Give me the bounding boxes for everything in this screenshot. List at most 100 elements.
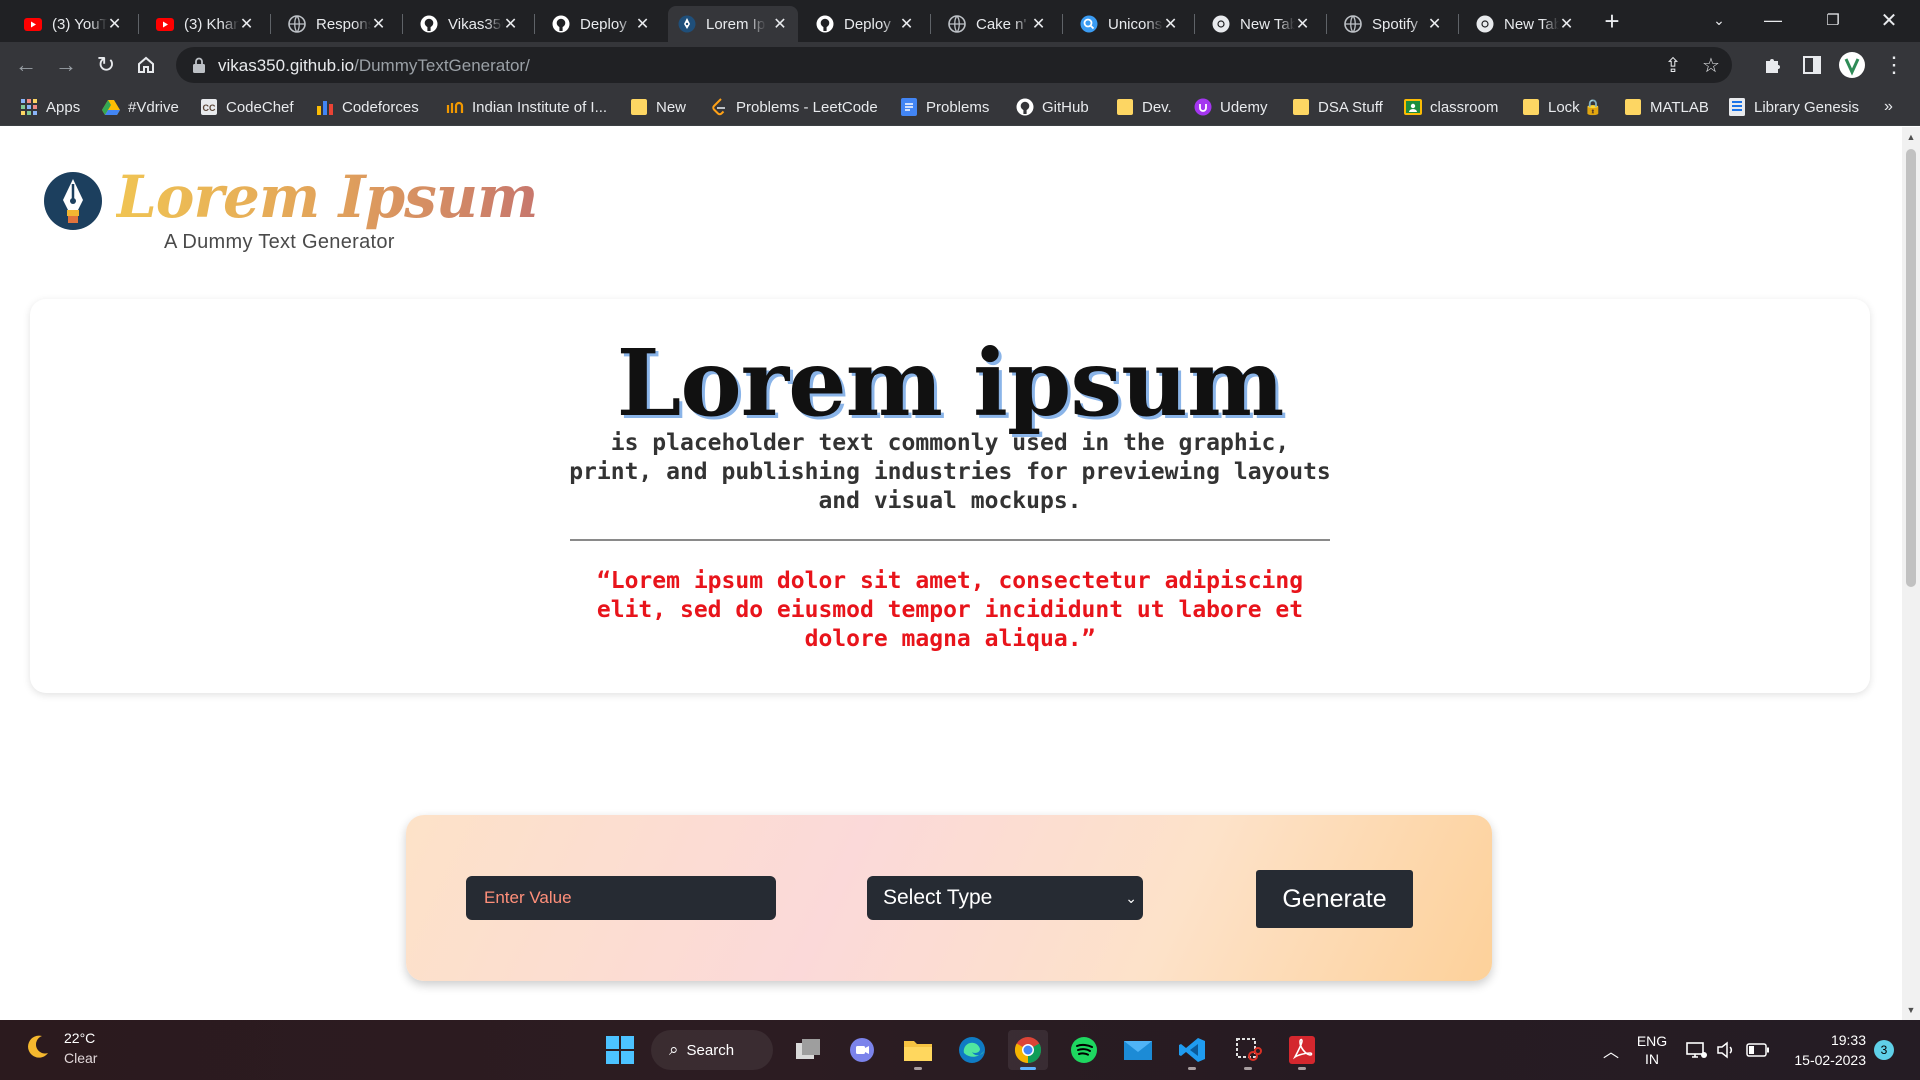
bookmark-folder-dsa[interactable]: DSA Stuff <box>1292 95 1383 119</box>
bookmark-codechef[interactable]: CC CodeChef <box>200 95 294 119</box>
scroll-down-arrow-icon[interactable]: ▼ <box>1902 1002 1920 1018</box>
windows-taskbar: 22°C Clear ⌕ Search ︿ ENG IN 19:33 15-02… <box>0 1020 1920 1080</box>
mail-icon[interactable] <box>1118 1030 1158 1070</box>
tab-github-vikas[interactable]: Vikas350 ✕ <box>410 6 528 42</box>
language-indicator[interactable]: ENG IN <box>1632 1020 1672 1080</box>
tab-deploy-2[interactable]: Deploy ✕ <box>806 6 924 42</box>
page-viewport: Lorem Ipsum A Dummy Text Generator Lorem… <box>0 127 1902 1020</box>
tab-title: Spotify <box>1372 15 1418 33</box>
hero-title: Lorem ipsum <box>616 329 1285 437</box>
spotify-icon[interactable] <box>1064 1030 1104 1070</box>
bookmark-label: DSA Stuff <box>1318 98 1383 116</box>
teams-chat-icon[interactable] <box>842 1030 882 1070</box>
bookmark-label: New <box>656 98 687 116</box>
close-icon[interactable]: ✕ <box>1295 14 1310 34</box>
volume-icon[interactable] <box>1714 1020 1740 1080</box>
bookmark-problems-doc[interactable]: Problems <box>900 95 989 119</box>
type-select[interactable]: Select Type ⌄ <box>867 876 1143 920</box>
generate-button[interactable]: Generate <box>1256 870 1413 928</box>
side-panel-icon[interactable] <box>1798 51 1826 79</box>
close-icon[interactable]: ✕ <box>239 14 254 34</box>
more-bookmarks-chevron-icon[interactable]: » <box>1884 95 1893 119</box>
system-clock[interactable]: 19:33 15-02-2023 <box>1782 1030 1866 1070</box>
new-tab-plus-icon[interactable]: + <box>1598 8 1626 36</box>
close-icon[interactable]: ✕ <box>899 14 914 34</box>
close-icon[interactable]: ✕ <box>1163 14 1178 34</box>
bookmark-iiit[interactable]: Indian Institute of I... <box>446 95 607 119</box>
globe-icon <box>288 15 306 33</box>
bookmark-folder-new[interactable]: New <box>630 95 686 119</box>
tab-youtube-1[interactable]: (3) YouTube ✕ <box>14 6 132 42</box>
close-icon[interactable]: ✕ <box>107 14 122 34</box>
chrome-taskbar-icon[interactable] <box>1008 1030 1048 1070</box>
divider <box>570 539 1330 541</box>
tab-title: Vikas350 <box>448 15 503 33</box>
weather-temperature[interactable]: 22°C <box>64 1030 95 1046</box>
bookmark-star-icon[interactable]: ☆ <box>1700 55 1722 77</box>
network-icon[interactable] <box>1684 1020 1710 1080</box>
bookmark-folder-lock[interactable]: Lock 🔒 <box>1522 95 1603 119</box>
acrobat-icon[interactable] <box>1282 1030 1322 1070</box>
address-bar[interactable]: vikas350.github.io/DummyTextGenerator/ ⇪… <box>176 47 1732 83</box>
window-close-icon[interactable]: ✕ <box>1866 0 1912 40</box>
extensions-puzzle-icon[interactable] <box>1758 51 1786 79</box>
share-icon[interactable]: ⇪ <box>1662 55 1684 77</box>
tab-new-tab-2[interactable]: New Tab ✕ <box>1466 6 1584 42</box>
tab-youtube-2[interactable]: (3) Khan ✕ <box>146 6 264 42</box>
back-arrow-icon[interactable]: ← <box>10 49 42 81</box>
bookmark-apps[interactable]: Apps <box>20 95 80 119</box>
tab-lorem-ipsum-active[interactable]: Lorem Ipsum ✕ <box>668 6 798 42</box>
close-icon[interactable]: ✕ <box>772 14 788 34</box>
value-input[interactable] <box>466 876 776 920</box>
tab-cake[interactable]: Cake n' ✕ <box>938 6 1056 42</box>
bookmark-codeforces[interactable]: Codeforces <box>316 95 419 119</box>
snipping-tool-icon[interactable] <box>1228 1030 1268 1070</box>
scrollbar-thumb[interactable] <box>1906 149 1916 587</box>
close-icon[interactable]: ✕ <box>1427 14 1442 34</box>
close-icon[interactable]: ✕ <box>1031 14 1046 34</box>
reload-icon[interactable]: ↻ <box>90 49 122 81</box>
edge-icon[interactable] <box>952 1030 992 1070</box>
pen-nib-logo-icon <box>42 170 104 232</box>
bookmark-library-genesis[interactable]: Library Genesis <box>1728 95 1859 119</box>
file-explorer-icon[interactable] <box>898 1030 938 1070</box>
moon-weather-icon[interactable] <box>22 1032 52 1062</box>
bookmark-vdrive[interactable]: #Vdrive <box>102 95 179 119</box>
tab-deploy-1[interactable]: Deploy ✕ <box>542 6 660 42</box>
tab-responsive[interactable]: Responsive ✕ <box>278 6 396 42</box>
taskbar-search[interactable]: ⌕ Search <box>651 1030 773 1070</box>
weather-condition[interactable]: Clear <box>64 1050 97 1066</box>
bookmark-folder-matlab[interactable]: MATLAB <box>1624 95 1709 119</box>
search-label: Search <box>686 1041 735 1059</box>
tab-spotify[interactable]: Spotify ✕ <box>1334 6 1452 42</box>
profile-avatar[interactable] <box>1838 51 1866 79</box>
minimize-icon[interactable]: — <box>1750 0 1796 40</box>
bookmark-label: Problems <box>926 98 990 116</box>
show-hidden-icons-chevron-icon[interactable]: ︿ <box>1596 1020 1626 1080</box>
bookmark-folder-dev[interactable]: Dev. <box>1116 95 1172 119</box>
bookmark-udemy[interactable]: Udemy <box>1194 95 1268 119</box>
forward-arrow-icon[interactable]: → <box>50 49 82 81</box>
tab-title: Deploy <box>580 15 627 33</box>
windows-start-icon[interactable] <box>600 1030 640 1070</box>
tab-title: Lorem Ipsum <box>706 15 766 33</box>
close-icon[interactable]: ✕ <box>503 14 518 34</box>
bookmark-leetcode[interactable]: Problems - LeetCode <box>710 95 878 119</box>
notification-badge[interactable]: 3 <box>1874 1040 1894 1060</box>
restore-icon[interactable]: ❐ <box>1810 0 1856 40</box>
tab-search-chevron-icon[interactable]: ⌄ <box>1696 0 1742 40</box>
home-icon[interactable] <box>130 49 162 81</box>
close-icon[interactable]: ✕ <box>1559 14 1574 34</box>
bookmark-classroom[interactable]: classroom <box>1404 95 1498 119</box>
vscode-icon[interactable] <box>1172 1030 1212 1070</box>
task-view-icon[interactable] <box>788 1030 828 1070</box>
battery-icon[interactable] <box>1744 1020 1772 1080</box>
scroll-up-arrow-icon[interactable]: ▲ <box>1902 129 1920 145</box>
tab-new-tab-1[interactable]: New Tab ✕ <box>1202 6 1320 42</box>
close-icon[interactable]: ✕ <box>371 14 386 34</box>
page-scrollbar[interactable]: ▲ ▼ <box>1902 127 1920 1020</box>
close-icon[interactable]: ✕ <box>635 14 650 34</box>
kebab-menu-icon[interactable]: ⋮ <box>1880 51 1908 79</box>
bookmark-github[interactable]: GitHub <box>1016 95 1089 119</box>
tab-unicons[interactable]: Unicons ✕ <box>1070 6 1188 42</box>
